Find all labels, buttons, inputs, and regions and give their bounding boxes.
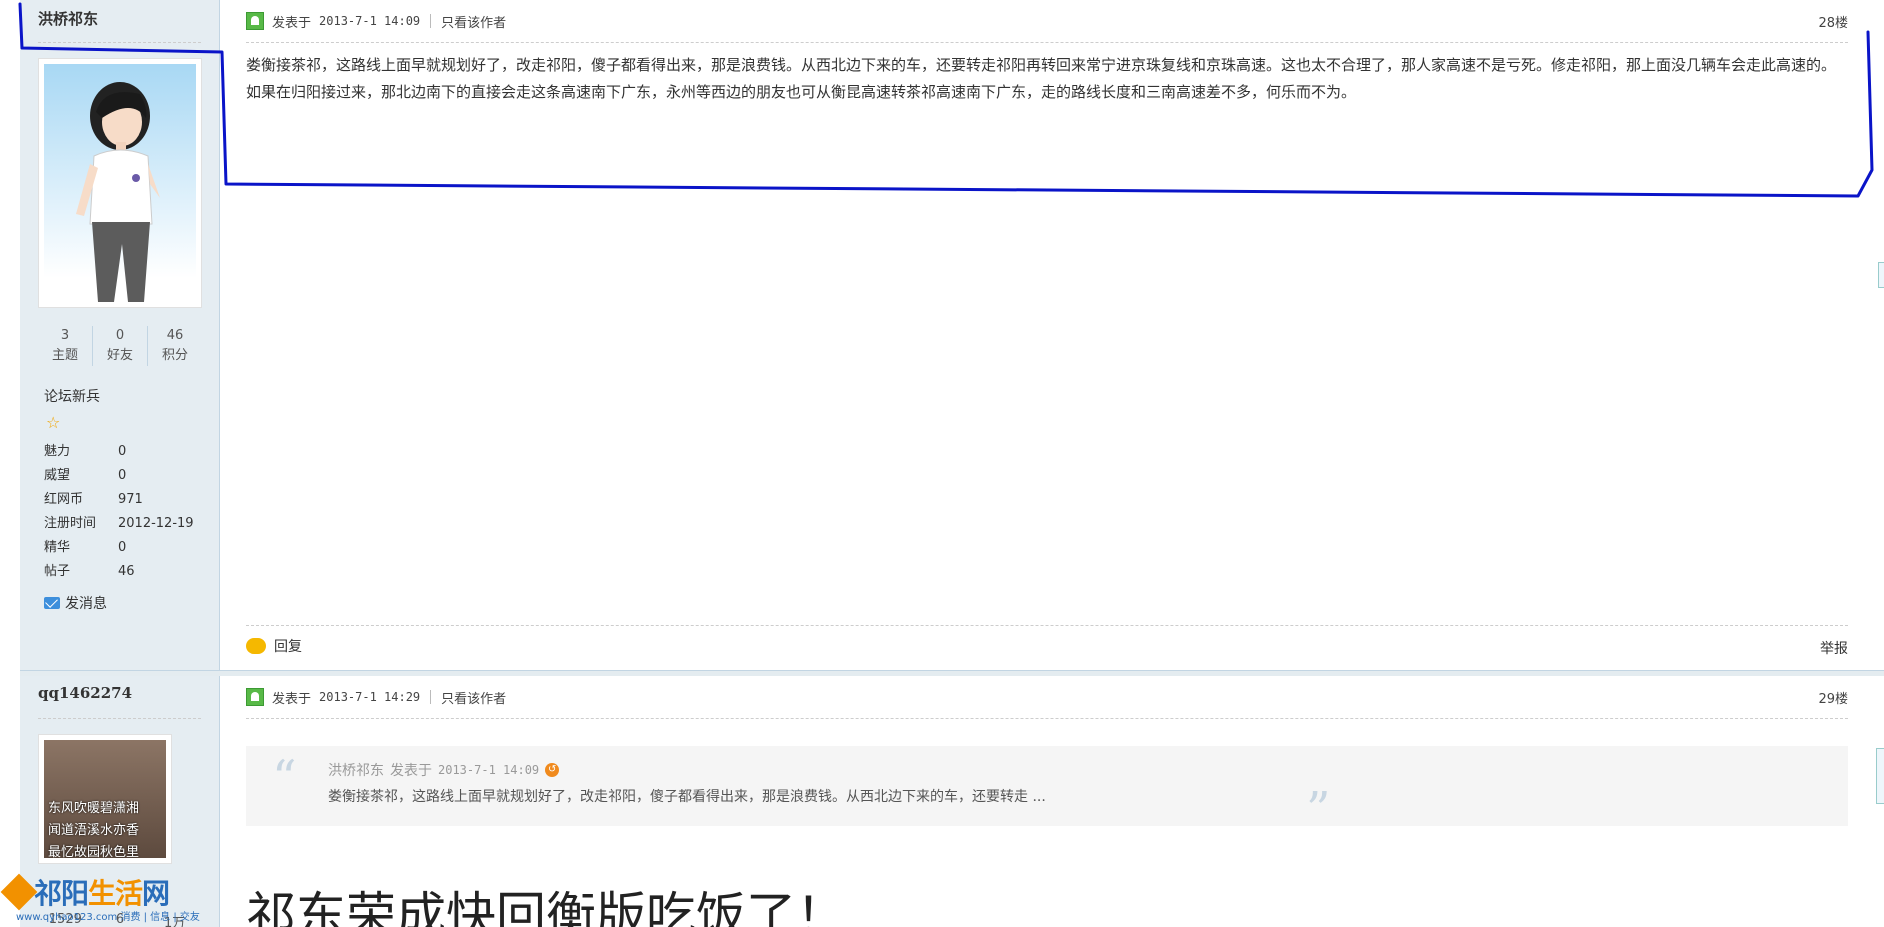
quote-author: 洪桥祁东 [328,763,384,779]
reply-label: 回复 [274,639,302,655]
info-value: 0 [118,444,127,459]
brand-url: www.qyhao123.com 消费 | 信息 | 交友 [16,912,200,923]
info-value: 46 [118,564,135,579]
mail-icon [44,597,60,609]
brand-part: 网 [142,877,170,910]
side-float-tab[interactable] [1876,748,1884,804]
brand-name: 祁阳生活网 [34,872,170,912]
info-row: 注册时间 2012-12-19 [44,512,194,536]
stat-label: 好友 [106,348,133,363]
posted-label: 发表于 [272,15,312,31]
brand-logo: 祁阳生活网 [0,872,170,912]
author-name[interactable]: 洪桥祁东 [38,8,98,29]
author-name[interactable]: qq1462274 [38,684,132,702]
stat-points[interactable]: 46 积分 [147,326,202,366]
close-quote-icon: ” [1306,782,1331,838]
avatar[interactable]: 东风吹暖碧潇湘 闻道浯溪水亦香 最忆故园秋色里 [38,734,172,864]
online-status-icon [246,12,264,30]
avatar-image [44,64,196,302]
post2-body: 发表于 2013-7-1 14:29 只看该作者 29楼 “ 洪桥祁东 发表于 … [220,676,1884,927]
info-row: 魅力 0 [44,440,194,464]
quote-meta: 洪桥祁东 发表于 2013-7-1 14:09 ↺ [328,760,560,780]
avatar-poem-line: 东风吹暖碧潇湘 [48,801,140,816]
post1-body: 发表于 2013-7-1 14:09 只看该作者 28楼 娄衡接茶祁，这路线上面… [220,0,1884,670]
online-status-icon [246,688,264,706]
info-key: 精华 [44,540,71,555]
goto-post-icon[interactable]: ↺ [545,763,560,777]
send-message-label: 发消息 [65,596,107,612]
info-key: 魅力 [44,444,71,459]
quote-posted-label: 发表于 [390,763,432,779]
open-quote-icon: “ [272,750,297,806]
author-stats: 3 主题 0 好友 46 积分 [38,326,202,366]
post-header: 发表于 2013-7-1 14:29 只看该作者 29楼 [246,684,1848,710]
post-content-large: 祁东荣成快回衡版吃饭了！ [246,887,846,927]
info-key: 帖子 [44,564,71,579]
side-float-tab[interactable] [1878,262,1884,288]
divider [246,42,1848,43]
info-row: 精华 0 [44,536,194,560]
stat-label: 主题 [51,348,78,363]
stat-friends[interactable]: 0 好友 [92,326,147,366]
post1-author-panel: 洪桥祁东 3 主题 0 好友 46 积分 论坛新兵 ☆ 魅力 0 威望 0 红网… [20,0,220,670]
brand-diamond-icon [0,873,38,911]
author-info-list: 魅力 0 威望 0 红网币 971 注册时间 2012-12-19 精华 0 帖子 46 [44,440,194,584]
report-link[interactable]: 举报 [1820,638,1848,658]
post-content: 娄衡接茶祁，这路线上面早就规划好了，改走祁阳，傻子都看得出来，那是浪费钱。从西北… [246,56,1837,101]
post-header: 发表于 2013-7-1 14:09 只看该作者 28楼 [246,8,1848,34]
info-value: 0 [118,468,127,483]
info-value: 971 [118,492,143,507]
left-gutter [0,0,20,927]
stat-value: 3 [60,328,70,343]
quote-date: 2013-7-1 14:09 [438,763,540,777]
divider [430,14,432,28]
quote-block: “ 洪桥祁东 发表于 2013-7-1 14:09 ↺ 娄衡接茶祁，这路线上面早… [246,746,1848,838]
floor-number[interactable]: 28楼 [1818,12,1848,31]
info-value: 2012-12-19 [118,516,194,531]
star-icon: ☆ [46,413,61,432]
divider [430,690,432,704]
floor-number[interactable]: 29楼 [1818,688,1848,707]
info-row: 红网币 971 [44,488,194,512]
divider [38,718,201,719]
info-key: 注册时间 [44,516,97,531]
info-value: 0 [118,540,127,555]
quote-text: 娄衡接茶祁，这路线上面早就规划好了，改走祁阳，傻子都看得出来，那是浪费钱。从西北… [328,789,1046,805]
info-key: 威望 [44,468,71,483]
user-rank[interactable]: 论坛新兵 [44,386,100,406]
brand-part: 祁阳 [34,877,89,910]
stat-label: 积分 [161,348,188,363]
avatar-poem-line: 闻道浯溪水亦香 [48,823,140,838]
info-row: 帖子 46 [44,560,194,584]
only-author-link[interactable]: 只看该作者 [441,12,506,31]
info-row: 威望 0 [44,464,194,488]
only-author-link[interactable]: 只看该作者 [441,688,506,707]
post-date: 2013-7-1 14:09 [319,14,421,28]
avatar[interactable] [38,58,202,308]
avatar-poem-line: 最忆故园秋色里 [48,845,140,858]
avatar-image: 东风吹暖碧潇湘 闻道浯溪水亦香 最忆故园秋色里 [44,740,166,858]
posted-label: 发表于 [272,691,312,707]
divider [246,625,1848,626]
send-message-link[interactable]: 发消息 [44,593,107,613]
info-key: 红网币 [44,492,84,507]
avatar-girl-illustration [76,82,160,302]
stat-threads[interactable]: 3 主题 [38,326,92,366]
reply-button[interactable]: 回复 [246,636,302,656]
divider [246,718,1848,719]
stat-value: 0 [115,328,125,343]
forum-thread-page: 洪桥祁东 3 主题 0 好友 46 积分 论坛新兵 ☆ 魅力 0 威望 0 红网… [0,0,1884,927]
stat-value: 46 [166,328,184,343]
brand-part: 生活 [88,877,143,910]
divider [38,42,201,43]
post-date: 2013-7-1 14:29 [319,690,421,704]
site-watermark: 祁阳生活网 www.qyhao123.com 消费 | 信息 | 交友 [0,868,210,927]
speech-bubble-icon [246,638,266,654]
